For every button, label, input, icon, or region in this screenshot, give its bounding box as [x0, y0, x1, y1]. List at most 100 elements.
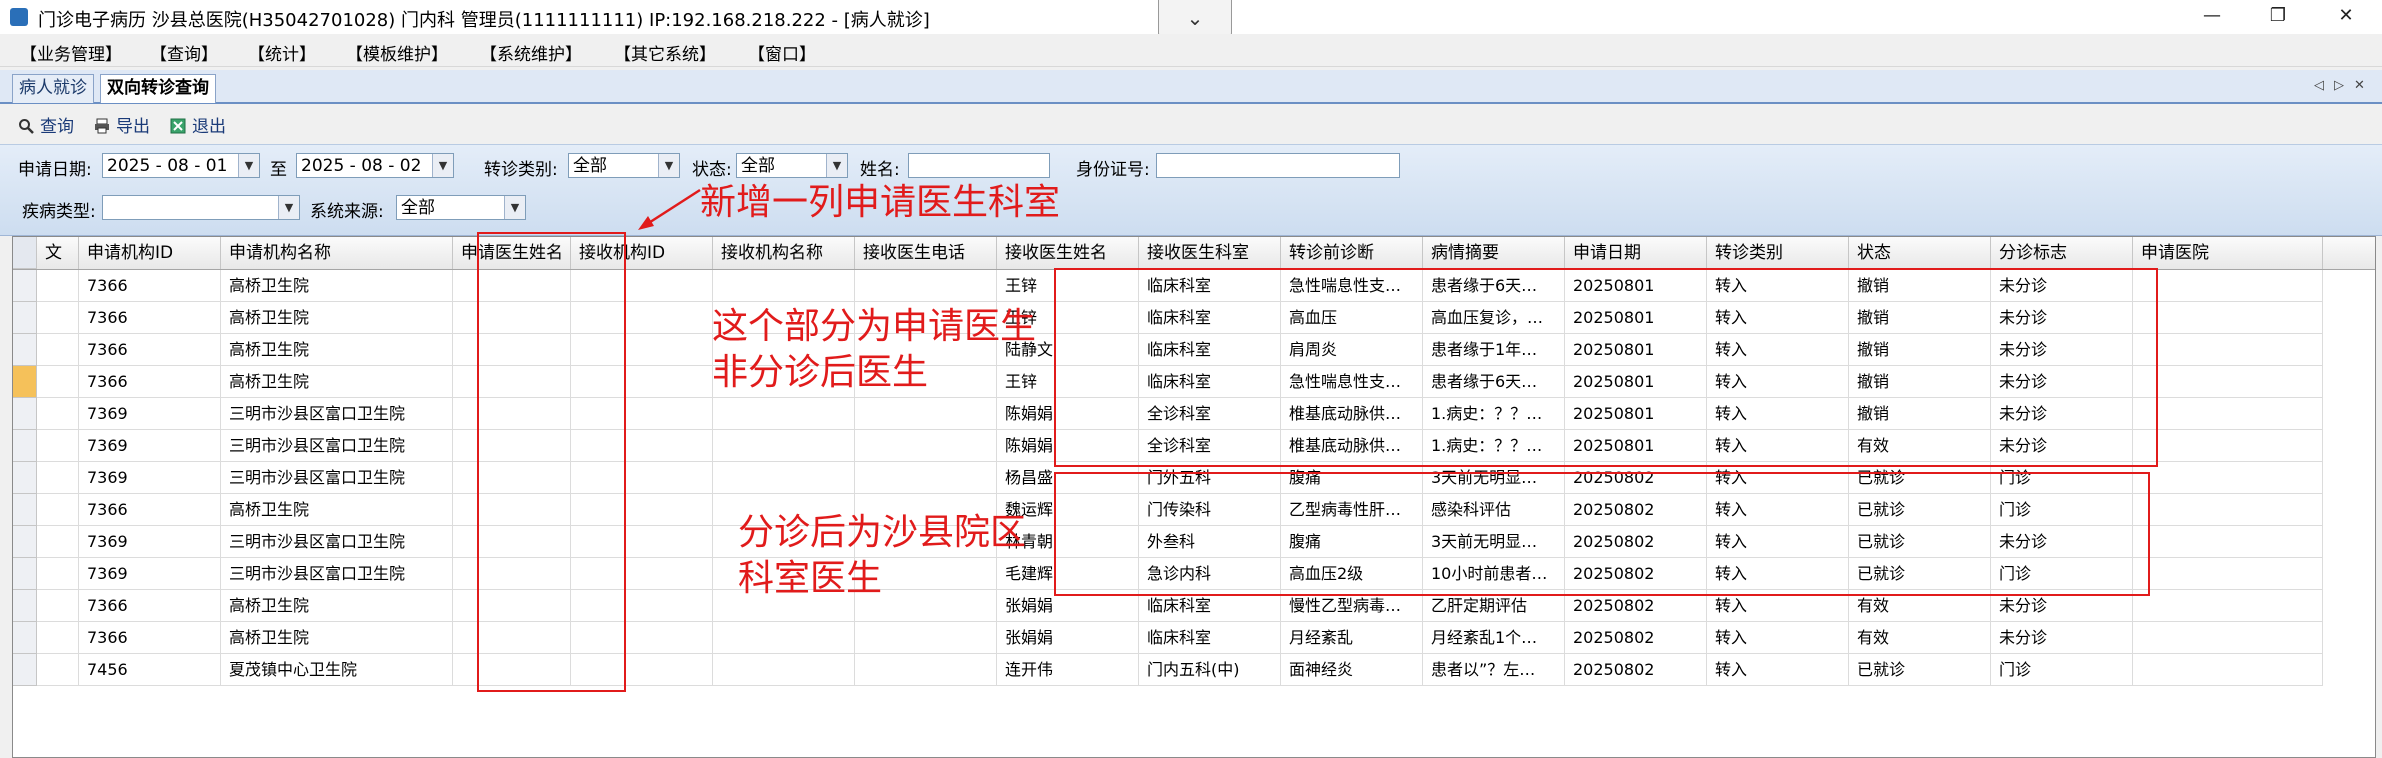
cell-flag [37, 334, 79, 366]
menu-template[interactable]: 【模板维护】 [346, 40, 448, 65]
row-selector[interactable] [13, 494, 37, 526]
header-col-applicant-hospital[interactable]: 申请医院 [2133, 237, 2323, 269]
disease-type-select[interactable]: ▼ [102, 195, 300, 220]
cell-receiver-doctor-phone [855, 654, 997, 686]
cell-applicant-hospital [2133, 558, 2323, 590]
annotation-box-applicant-doctor-column [477, 232, 626, 692]
header-col-referral-type[interactable]: 转诊类别 [1707, 237, 1849, 269]
chevron-down-icon[interactable]: ▼ [278, 196, 299, 219]
cell-applicant-org-name: 高桥卫生院 [221, 622, 453, 654]
chevron-down-icon[interactable]: ▼ [658, 154, 679, 177]
cell-applicant-org-id: 7369 [79, 398, 221, 430]
header-col-apply-date[interactable]: 申请日期 [1565, 237, 1707, 269]
printer-icon [95, 118, 109, 134]
date-from-picker[interactable]: 2025 - 08 - 01 ▼ [102, 153, 260, 178]
row-selector[interactable] [13, 430, 37, 462]
tab-referral-query[interactable]: 双向转诊查询 [100, 74, 216, 103]
referral-type-select[interactable]: 全部 ▼ [568, 153, 680, 178]
source-select[interactable]: 全部 ▼ [396, 195, 526, 220]
table-row[interactable]: 7456 夏茂镇中心卫生院 连开伟 门内五科(中) 面神经炎 患者以”？左… 2025080… [13, 654, 2375, 686]
header-col-receiver-doctor-phone[interactable]: 接收医生电话 [855, 237, 997, 269]
table-row[interactable]: 7366 高桥卫生院 张娟娟 临床科室 月经紊乱 月经紊乱1个… 20250802 转入 有效未… [13, 622, 2375, 654]
name-label: 姓名: [860, 160, 900, 180]
header-col-pre-diagnosis[interactable]: 转诊前诊断 [1281, 237, 1423, 269]
header-col-summary[interactable]: 病情摘要 [1423, 237, 1565, 269]
row-selector[interactable] [13, 366, 37, 398]
date-to-picker[interactable]: 2025 - 08 - 02 ▼ [296, 153, 454, 178]
cell-receiver-doctor-dept: 临床科室 [1139, 622, 1281, 654]
exit-label: 退出 [192, 117, 226, 137]
menu-window[interactable]: 【窗口】 [748, 40, 816, 65]
header-col-receiver-doctor-name[interactable]: 接收医生姓名 [997, 237, 1139, 269]
status-label: 状态: [692, 160, 732, 180]
row-selector[interactable] [13, 398, 37, 430]
menu-query[interactable]: 【查询】 [150, 40, 218, 65]
select-all-corner[interactable] [13, 237, 37, 269]
cell-applicant-hospital [2133, 270, 2323, 302]
menu-statistics[interactable]: 【统计】 [248, 40, 316, 65]
chevron-down-icon[interactable]: ▼ [238, 154, 259, 177]
header-col-triage-flag[interactable]: 分诊标志 [1991, 237, 2133, 269]
cell-applicant-org-name: 三明市沙县区富口卫生院 [221, 526, 453, 558]
chevron-down-icon[interactable]: ▼ [504, 196, 525, 219]
tab-scroll-right-icon[interactable]: ▷ [2334, 78, 2344, 93]
row-selector[interactable] [13, 654, 37, 686]
row-selector[interactable] [13, 334, 37, 366]
cell-flag [37, 526, 79, 558]
cell-status: 有效 [1849, 622, 1991, 654]
cell-applicant-hospital [2133, 366, 2323, 398]
name-input[interactable] [908, 153, 1050, 178]
restore-button[interactable]: ❐ [2248, 0, 2308, 34]
toolbar: 查询 导出 退出 [0, 104, 2382, 144]
cell-applicant-org-name: 高桥卫生院 [221, 590, 453, 622]
menu-business[interactable]: 【业务管理】 [20, 40, 122, 65]
annotation-lower-line-1: 分诊后为沙县院区 [738, 512, 1027, 553]
status-value: 全部 [741, 156, 775, 176]
id-number-input[interactable] [1156, 153, 1400, 178]
status-select[interactable]: 全部 ▼ [736, 153, 848, 178]
row-selector[interactable] [13, 622, 37, 654]
tab-close-icon[interactable]: ✕ [2354, 78, 2365, 93]
cell-applicant-org-name: 三明市沙县区富口卫生院 [221, 558, 453, 590]
cell-receiver-doctor-phone [855, 622, 997, 654]
minimize-button[interactable]: — [2182, 0, 2242, 34]
header-col-flag[interactable]: 文 [37, 237, 79, 269]
annotation-new-column-note: 新增一列申请医生科室 [700, 182, 1061, 223]
header-col-applicant-org-name[interactable]: 申请机构名称 [221, 237, 453, 269]
chevron-down-icon[interactable]: ▼ [432, 154, 453, 177]
cell-applicant-org-name: 高桥卫生院 [221, 302, 453, 334]
exit-button[interactable]: 退出 [170, 112, 226, 137]
cell-applicant-org-name: 高桥卫生院 [221, 366, 453, 398]
header-col-status[interactable]: 状态 [1849, 237, 1991, 269]
cell-pre-diagnosis: 面神经炎 [1281, 654, 1423, 686]
source-value: 全部 [401, 198, 435, 218]
exit-icon [170, 118, 186, 134]
header-col-applicant-org-id[interactable]: 申请机构ID [79, 237, 221, 269]
row-selector[interactable] [13, 302, 37, 334]
cell-applicant-org-id: 7366 [79, 622, 221, 654]
query-label: 查询 [40, 117, 74, 137]
header-col-receiver-org-name[interactable]: 接收机构名称 [713, 237, 855, 269]
row-selector[interactable] [13, 558, 37, 590]
row-selector[interactable] [13, 590, 37, 622]
query-button[interactable]: 查询 [18, 112, 74, 137]
cell-receiver-org-name [713, 398, 855, 430]
chevron-down-icon[interactable]: ▼ [826, 154, 847, 177]
row-selector[interactable] [13, 270, 37, 302]
row-selector[interactable] [13, 526, 37, 558]
export-button[interactable]: 导出 [94, 112, 150, 137]
menu-other-systems[interactable]: 【其它系统】 [614, 40, 716, 65]
cell-pre-diagnosis: 月经紊乱 [1281, 622, 1423, 654]
cell-applicant-hospital [2133, 654, 2323, 686]
close-button[interactable]: ✕ [2316, 0, 2376, 34]
cell-applicant-org-id: 7369 [79, 462, 221, 494]
cell-receiver-org-name [713, 270, 855, 302]
tab-patient-visit[interactable]: 病人就诊 [12, 74, 94, 103]
menu-system[interactable]: 【系统维护】 [480, 40, 582, 65]
tab-scroll-left-icon[interactable]: ◁ [2314, 78, 2324, 93]
row-selector[interactable] [13, 462, 37, 494]
cell-summary: 患者以”？左… [1423, 654, 1565, 686]
cell-status: 已就诊 [1849, 654, 1991, 686]
cell-applicant-org-id: 7456 [79, 654, 221, 686]
header-col-receiver-doctor-dept[interactable]: 接收医生科室 [1139, 237, 1281, 269]
